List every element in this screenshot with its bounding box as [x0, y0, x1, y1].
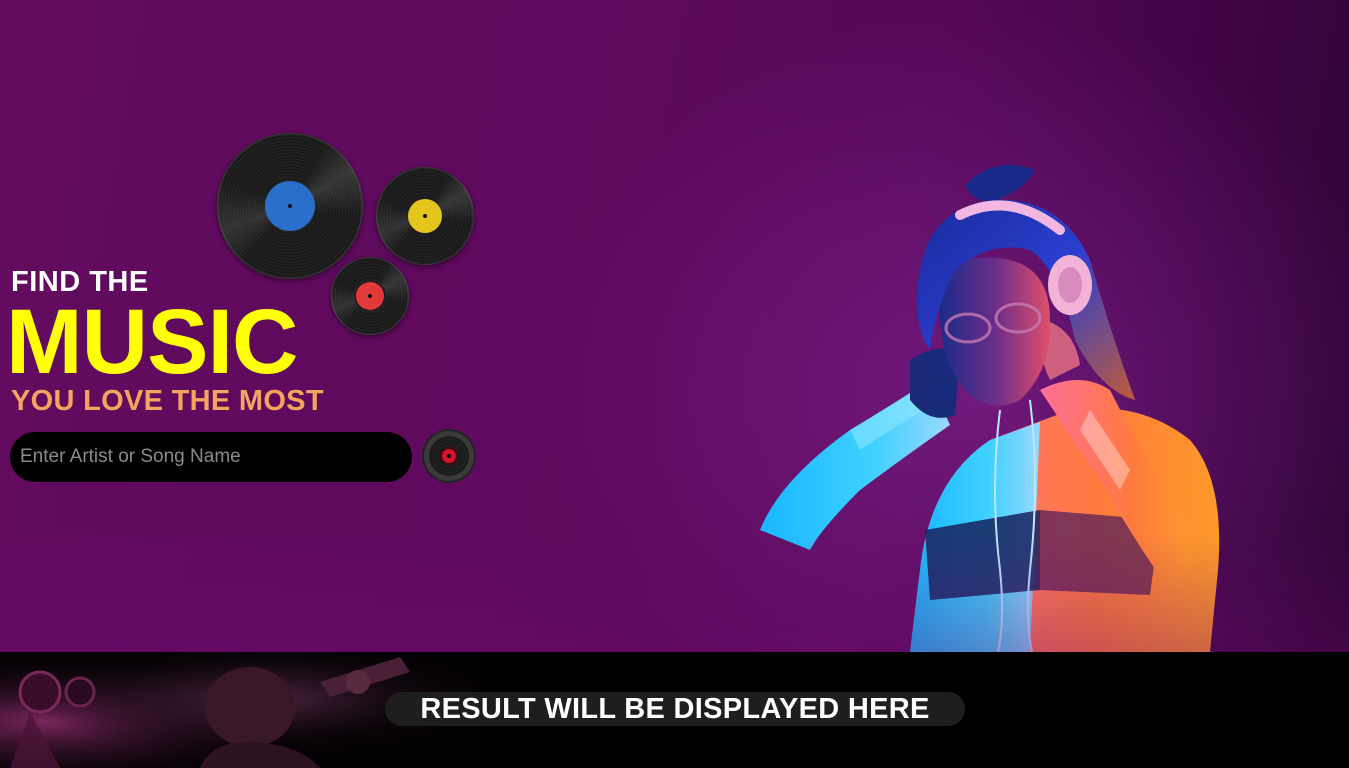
vinyl-record-red-icon — [331, 257, 409, 335]
vinyl-record-icon — [429, 436, 469, 476]
search-button[interactable] — [422, 429, 476, 483]
result-display: RESULT WILL BE DISPLAYED HERE — [385, 692, 965, 726]
hero-section: FIND THE MUSIC YOU LOVE THE MOST — [0, 0, 1349, 652]
heading-you-love-the-most: YOU LOVE THE MOST — [11, 385, 324, 417]
vinyl-record-yellow-icon — [376, 167, 474, 265]
result-message: RESULT WILL BE DISPLAYED HERE — [420, 692, 930, 725]
search-input[interactable] — [10, 432, 412, 482]
vinyl-record-blue-icon — [217, 133, 363, 279]
dj-girl-photo — [760, 165, 1220, 652]
result-section: RESULT WILL BE DISPLAYED HERE — [0, 652, 1349, 768]
heading-music: MUSIC — [6, 291, 298, 393]
page: FIND THE MUSIC YOU LOVE THE MOST Enter A… — [0, 0, 1349, 768]
